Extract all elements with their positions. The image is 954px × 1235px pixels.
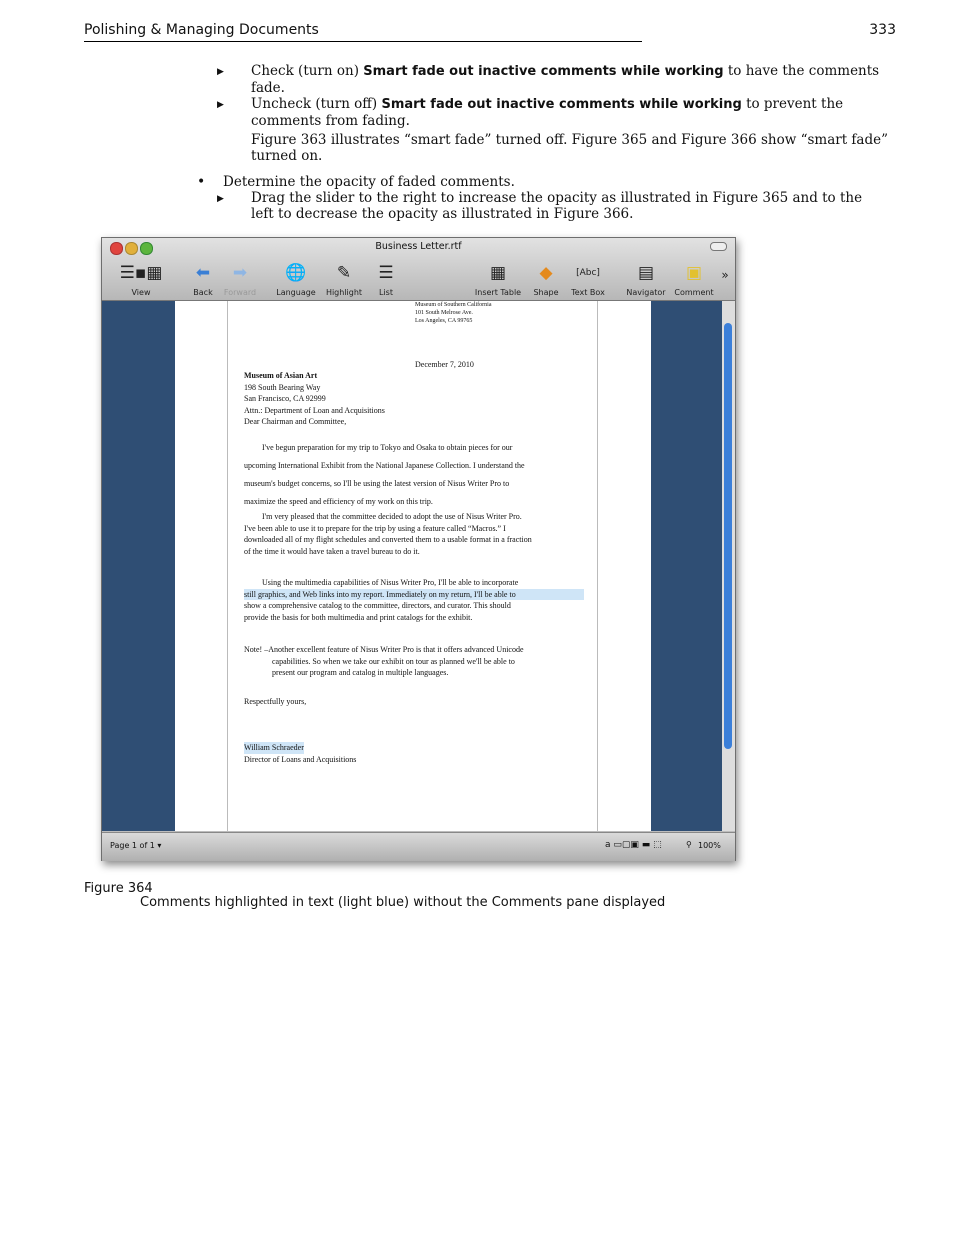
vertical-scrollbar[interactable]: [722, 301, 735, 831]
text-box-icon: [Abc]: [576, 268, 600, 278]
page-number: 333: [869, 22, 896, 38]
view-button[interactable]: ☰▪▦ View: [108, 262, 174, 297]
scroll-thumb[interactable]: [724, 323, 732, 749]
forward-arrow-icon: ➡: [232, 263, 248, 283]
document-area: Museum of Southern California 101 South …: [102, 301, 722, 831]
shape-icon: ◆: [539, 263, 553, 283]
document-page[interactable]: Museum of Southern California 101 South …: [175, 301, 651, 831]
page-indicator-menu[interactable]: Page 1 of 1 ▾: [110, 841, 161, 850]
round-bullet-icon: •: [197, 174, 206, 190]
navigator-icon: ▤: [637, 263, 655, 283]
back-button[interactable]: ⬅ Back: [188, 262, 218, 297]
toolbar-toggle-button[interactable]: [710, 242, 727, 251]
window-title: Business Letter.rtf: [375, 241, 462, 252]
highlight-button[interactable]: ✎ Highlight: [322, 262, 366, 297]
comment-highlight[interactable]: still graphics, and Web links into my re…: [244, 588, 584, 600]
letter-closing: Respectfully yours,: [244, 697, 307, 706]
triangle-bullet-icon: ▶: [217, 100, 224, 110]
comment-button[interactable]: ▣ Comment: [672, 262, 716, 297]
figure-label: Figure 364: [84, 881, 153, 896]
globe-icon: 🌐: [285, 263, 307, 283]
sub-bullet-check: Check (turn on) Smart fade out inactive …: [251, 63, 880, 96]
letter-note: Note! –Another excellent feature of Nisu…: [244, 645, 524, 677]
figure-reference-paragraph: Figure 363 illustrates “smart fade” turn…: [251, 132, 889, 164]
shape-button[interactable]: ◆ Shape: [530, 262, 562, 297]
signature-title: Director of Loans and Acquisitions: [244, 755, 357, 764]
list-icon: ☰: [378, 263, 394, 283]
zoom-level[interactable]: 100%: [698, 841, 721, 850]
recipient-block: Museum of Asian Art 198 South Bearing Wa…: [244, 371, 385, 426]
sub-bullet-uncheck: Uncheck (turn off) Smart fade out inacti…: [251, 96, 844, 129]
navigator-button[interactable]: ▤ Navigator: [624, 262, 668, 297]
back-arrow-icon: ⬅: [195, 263, 211, 283]
figure-caption: Comments highlighted in text (light blue…: [140, 895, 666, 910]
triangle-bullet-icon: ▶: [217, 194, 224, 204]
list-button[interactable]: ☰ List: [372, 262, 400, 297]
running-header: Polishing & Managing Documents: [84, 20, 642, 42]
return-address: Museum of Southern California 101 South …: [415, 302, 492, 324]
right-margin-guide: [597, 301, 598, 831]
letter-paragraph-2: I'm very pleased that the committee deci…: [244, 512, 532, 556]
header-title: Polishing & Managing Documents: [84, 22, 319, 38]
status-icons[interactable]: a ▭▢▣ ▬ ⬚: [605, 840, 662, 850]
letter-paragraph-3: Using the multimedia capabilities of Nis…: [244, 577, 584, 623]
insert-table-button[interactable]: ▦ Insert Table: [472, 262, 524, 297]
triangle-bullet-icon: ▶: [217, 67, 224, 77]
highlighter-icon: ✎: [336, 263, 352, 283]
comment-icon: ▣: [685, 263, 703, 283]
letter-date: December 7, 2010: [415, 360, 474, 369]
signature-name[interactable]: William Schraeder: [244, 742, 304, 754]
main-bullet: Determine the opacity of faded comments.: [223, 174, 515, 190]
table-icon: ▦: [489, 263, 507, 283]
app-window: Business Letter.rtf ☰▪▦ View ⬅ Back ➡ Forwa…: [101, 237, 736, 861]
status-bar: Page 1 of 1 ▾ a ▭▢▣ ▬ ⬚ ⚲ 100%: [102, 832, 735, 861]
left-margin-guide: [227, 301, 228, 831]
text-box-button[interactable]: [Abc] Text Box: [568, 262, 608, 297]
zoom-icon[interactable]: ⚲: [686, 840, 692, 849]
title-bar: Business Letter.rtf ☰▪▦ View ⬅ Back ➡ Forwa…: [102, 238, 735, 301]
language-button[interactable]: 🌐 Language: [274, 262, 318, 297]
view-segment-icon: ☰▪▦: [119, 263, 163, 283]
toolbar-overflow-button[interactable]: »: [718, 268, 732, 282]
letter-paragraph-1: I've begun preparation for my trip to To…: [244, 443, 525, 506]
sub-bullet-slider: Drag the slider to the right to increase…: [251, 190, 863, 222]
forward-button[interactable]: ➡ Forward: [222, 262, 258, 297]
